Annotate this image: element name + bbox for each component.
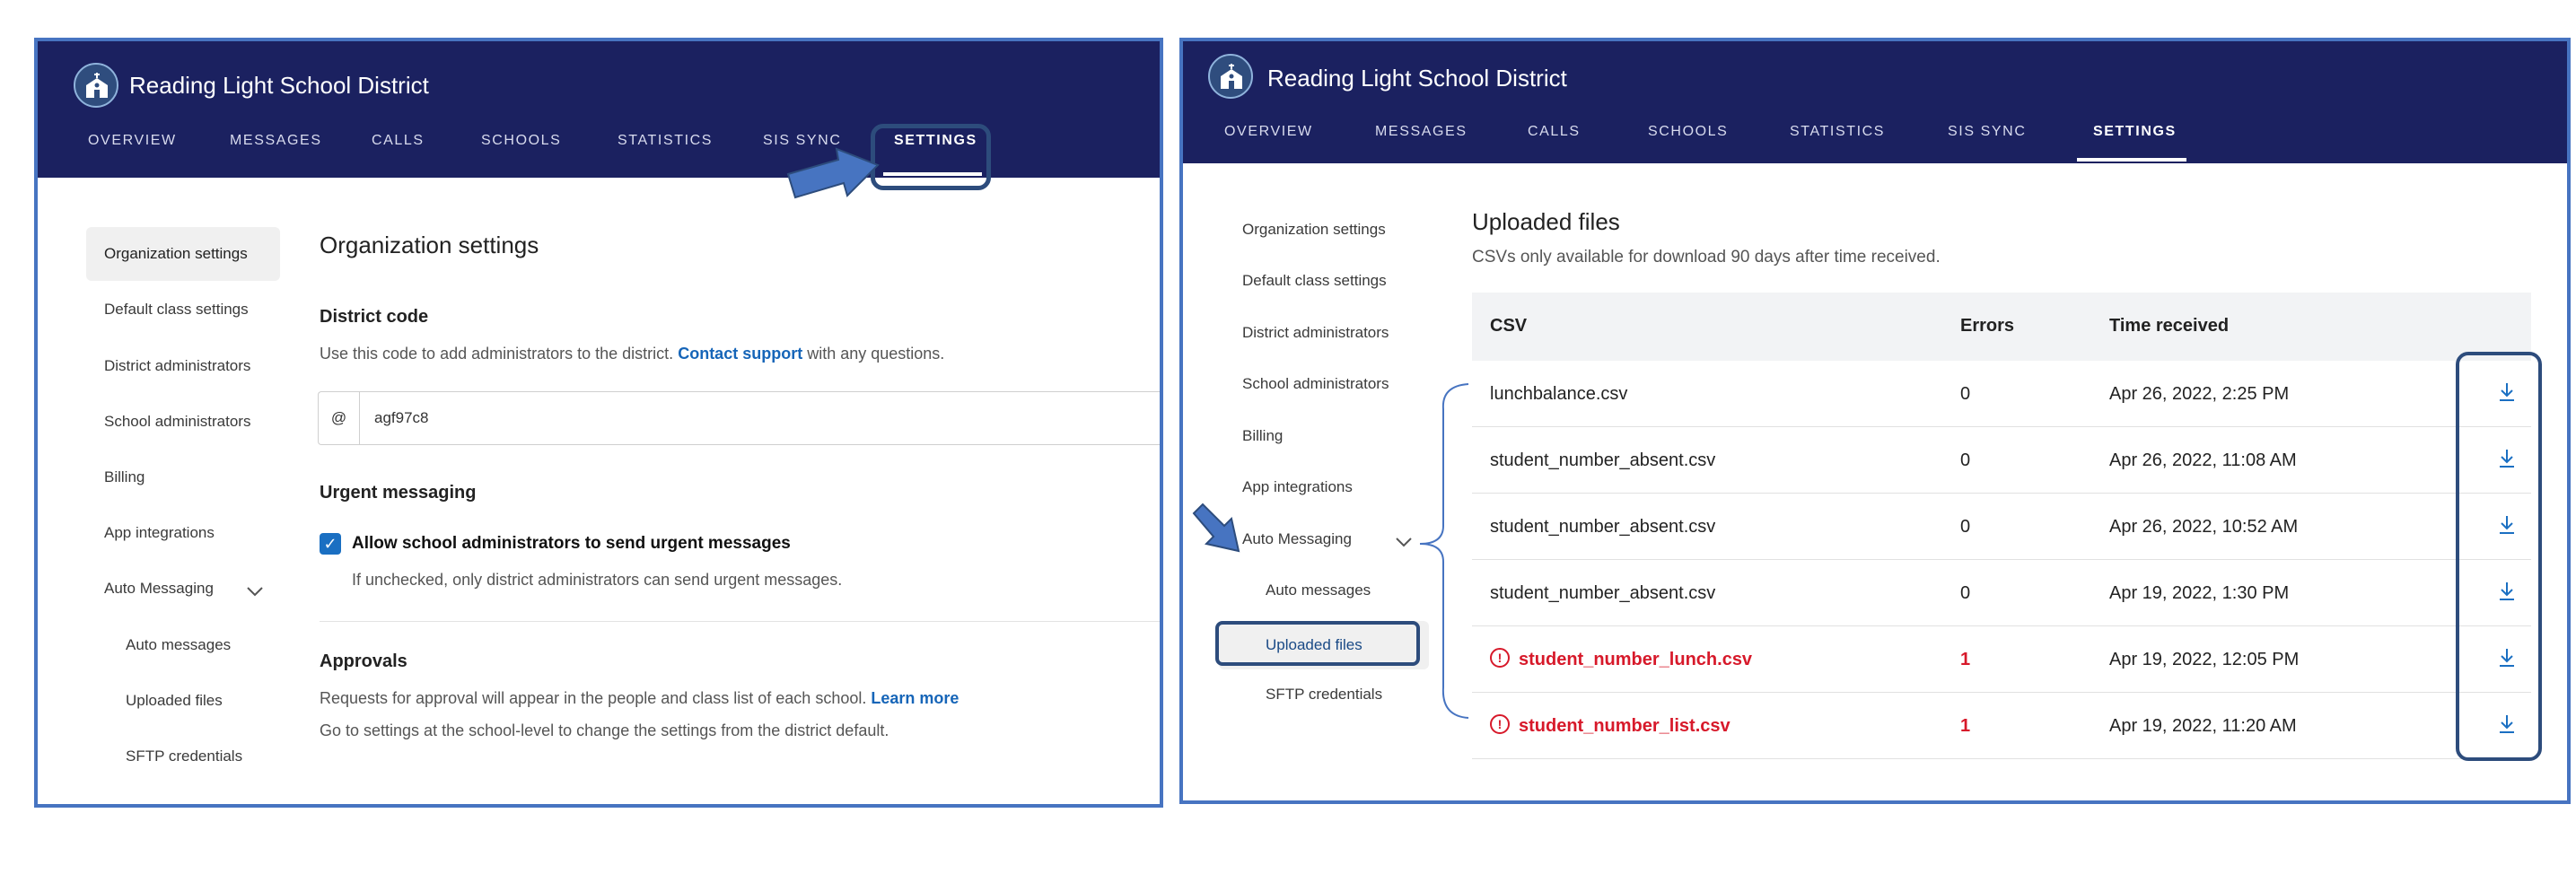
- tab-sis-sync[interactable]: SIS SYNC: [1948, 124, 2027, 140]
- tab-calls[interactable]: CALLS: [372, 133, 425, 149]
- table-row: student_number_absent.csv 0 Apr 26, 2022, …: [1472, 494, 2531, 560]
- file-name: student_number_list.csv: [1519, 716, 1730, 736]
- time-received: Apr 19, 2022, 11:20 AM: [2109, 716, 2297, 736]
- tab-messages[interactable]: MESSAGES: [1375, 124, 1468, 140]
- district-code-value[interactable]: agf97c8: [374, 392, 429, 444]
- uploaded-files-highlight-box: [1215, 621, 1420, 666]
- page-title: Uploaded files: [1472, 208, 1620, 235]
- sidebar-item-auto-messaging[interactable]: Auto Messaging: [104, 580, 214, 598]
- bracket-connector: [1419, 383, 1469, 719]
- sidebar-item-app-integrations[interactable]: App integrations: [1242, 478, 1353, 496]
- table-row: ! student_number_lunch.csv 1 Apr 19, 2022, …: [1472, 626, 2531, 693]
- page-title: Organization settings: [320, 232, 539, 258]
- school-logo-icon: [74, 63, 118, 108]
- sidebar-item-district-administrators[interactable]: District administrators: [1242, 324, 1389, 342]
- tab-overview[interactable]: OVERVIEW: [88, 133, 177, 149]
- uploaded-files-screenshot: Reading Light School District OVERVIEW M…: [1179, 38, 2571, 804]
- sidebar-item-sftp-credentials[interactable]: SFTP credentials: [126, 747, 242, 765]
- section-divider: [320, 621, 1160, 622]
- time-received: Apr 26, 2022, 10:52 AM: [2109, 517, 2299, 537]
- app-header: Reading Light School District OVERVIEW M…: [38, 41, 1160, 178]
- sidebar-item-auto-messaging[interactable]: Auto Messaging: [1242, 530, 1352, 548]
- arrow-pointer-icon: [1192, 503, 1240, 553]
- col-time-received: Time received: [2109, 316, 2230, 336]
- col-errors: Errors: [1960, 316, 2015, 336]
- tab-statistics[interactable]: STATISTICS: [618, 133, 713, 149]
- tab-schools[interactable]: SCHOOLS: [1648, 124, 1728, 140]
- time-received: Apr 19, 2022, 1:30 PM: [2109, 583, 2290, 603]
- approvals-note: Go to settings at the school-level to ch…: [320, 721, 889, 739]
- table-row: student_number_absent.csv 0 Apr 26, 2022, …: [1472, 427, 2531, 494]
- active-tab-indicator: [2077, 158, 2186, 162]
- sidebar-item-school-administrators[interactable]: School administrators: [104, 413, 250, 431]
- tab-settings[interactable]: SETTINGS: [2093, 124, 2177, 140]
- org-settings-screenshot: Reading Light School District OVERVIEW M…: [34, 38, 1163, 808]
- file-name: student_number_lunch.csv: [1519, 650, 1753, 669]
- sidebar-item-billing[interactable]: Billing: [104, 468, 145, 486]
- sidebar-item-organization-settings[interactable]: Organization settings: [86, 227, 280, 281]
- urgent-messages-label[interactable]: Allow school administrators to send urge…: [352, 534, 791, 554]
- sidebar-item-sftp-credentials[interactable]: SFTP credentials: [1266, 686, 1382, 704]
- approvals-description: Requests for approval will appear in the…: [320, 689, 959, 707]
- time-received: Apr 26, 2022, 2:25 PM: [2109, 384, 2290, 404]
- sidebar-item-organization-settings[interactable]: Organization settings: [1242, 221, 1386, 239]
- page-subtitle: CSVs only available for download 90 days…: [1472, 248, 1941, 267]
- tab-schools[interactable]: SCHOOLS: [481, 133, 561, 149]
- sidebar-item-district-administrators[interactable]: District administrators: [104, 357, 250, 375]
- time-received: Apr 26, 2022, 11:08 AM: [2109, 450, 2297, 470]
- error-count: 0: [1960, 450, 1971, 470]
- error-alert-icon: !: [1490, 714, 1510, 734]
- urgent-messages-checkbox[interactable]: ✓: [320, 533, 341, 555]
- arrow-pointer-icon: [786, 147, 880, 199]
- file-name: lunchbalance.csv: [1490, 384, 1628, 404]
- error-count: 0: [1960, 384, 1971, 404]
- sidebar-item-app-integrations[interactable]: App integrations: [104, 524, 215, 542]
- error-count: 1: [1960, 650, 1971, 669]
- error-alert-icon: !: [1490, 648, 1510, 668]
- time-received: Apr 19, 2022, 12:05 PM: [2109, 650, 2300, 669]
- district-code-description: Use this code to add administrators to t…: [320, 345, 945, 363]
- approvals-heading: Approvals: [320, 651, 407, 671]
- error-count: 1: [1960, 716, 1971, 736]
- file-name: student_number_absent.csv: [1490, 517, 1716, 537]
- sidebar-item-default-class-settings[interactable]: Default class settings: [1242, 272, 1387, 290]
- file-name: student_number_absent.csv: [1490, 450, 1716, 470]
- urgent-messaging-heading: Urgent messaging: [320, 483, 477, 503]
- learn-more-link[interactable]: Learn more: [871, 689, 959, 707]
- download-column-highlight-box: [2456, 352, 2542, 761]
- urgent-messages-help: If unchecked, only district administrato…: [352, 571, 843, 589]
- school-logo-icon: [1208, 54, 1253, 99]
- table-row: ! student_number_list.csv 1 Apr 19, 2022, 1…: [1472, 693, 2531, 759]
- district-code-heading: District code: [320, 307, 429, 327]
- error-count: 0: [1960, 583, 1971, 603]
- table-row: student_number_absent.csv 0 Apr 19, 2022, …: [1472, 560, 2531, 626]
- tab-overview[interactable]: OVERVIEW: [1224, 124, 1313, 140]
- chevron-down-icon[interactable]: [246, 585, 264, 598]
- org-title: Reading Light School District: [1267, 65, 1567, 92]
- org-title: Reading Light School District: [129, 72, 429, 99]
- sidebar-item-auto-messages[interactable]: Auto messages: [126, 636, 231, 654]
- tab-statistics[interactable]: STATISTICS: [1790, 124, 1885, 140]
- table-header: CSV Errors Time received: [1472, 293, 2531, 361]
- sidebar-item-uploaded-files[interactable]: Uploaded files: [126, 692, 223, 710]
- at-prefix: @: [319, 392, 360, 444]
- contact-support-link[interactable]: Contact support: [678, 345, 802, 363]
- tab-calls[interactable]: CALLS: [1528, 124, 1581, 140]
- error-count: 0: [1960, 517, 1971, 537]
- chevron-down-icon[interactable]: [1395, 536, 1413, 548]
- settings-highlight-box: [871, 124, 991, 190]
- sidebar-item-billing[interactable]: Billing: [1242, 427, 1283, 445]
- tab-messages[interactable]: MESSAGES: [230, 133, 322, 149]
- district-code-field[interactable]: @ agf97c8: [318, 391, 1160, 445]
- sidebar-item-school-administrators[interactable]: School administrators: [1242, 375, 1389, 393]
- file-name: student_number_absent.csv: [1490, 583, 1716, 603]
- table-row: lunchbalance.csv 0 Apr 26, 2022, 2:25 PM: [1472, 361, 2531, 427]
- sidebar-item-auto-messages[interactable]: Auto messages: [1266, 581, 1371, 599]
- sidebar-item-default-class-settings[interactable]: Default class settings: [104, 301, 249, 319]
- app-header: Reading Light School District OVERVIEW M…: [1183, 41, 2567, 163]
- col-csv: CSV: [1490, 316, 1528, 336]
